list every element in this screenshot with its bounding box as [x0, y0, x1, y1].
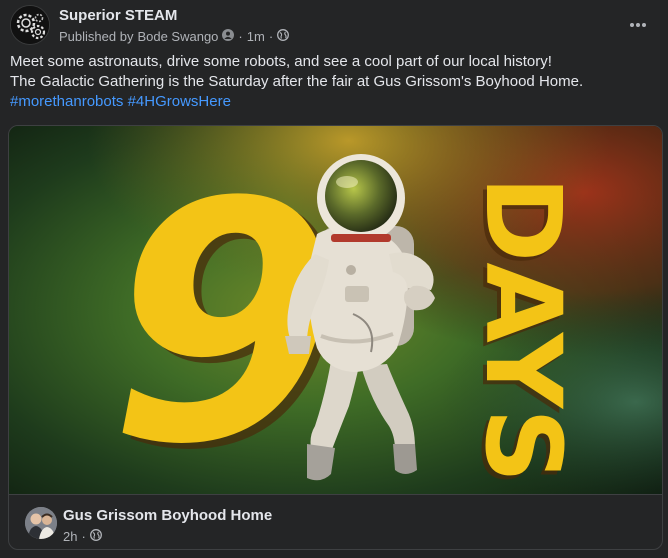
- more-horizontal-icon: [630, 23, 646, 27]
- post-time[interactable]: 1m: [247, 29, 265, 44]
- post-text-line: Meet some astronauts, drive some robots,…: [10, 53, 552, 70]
- shared-page-name[interactable]: Gus Grissom Boyhood Home: [63, 507, 272, 524]
- gears-logo-icon: [11, 6, 49, 44]
- post-text: Meet some astronauts, drive some robots,…: [10, 52, 658, 112]
- shared-page-avatar[interactable]: [25, 507, 57, 539]
- hashtag-link[interactable]: #4HGrowsHere: [128, 93, 231, 110]
- post-header: Superior STEAM Published by Bode Swango …: [10, 5, 658, 47]
- globe-icon[interactable]: [89, 529, 102, 544]
- facebook-post: Superior STEAM Published by Bode Swango …: [0, 0, 668, 558]
- countdown-graphic[interactable]: 9 9 DAYS DAYS: [9, 126, 662, 494]
- separator-dot: ·: [81, 529, 86, 544]
- countdown-word: DAYS DAYS: [458, 176, 584, 487]
- separator-dot: ·: [268, 29, 274, 44]
- published-by-label: Published by: [59, 29, 134, 44]
- page-avatar[interactable]: [10, 5, 50, 45]
- post-meta: Published by Bode Swango · 1m ·: [59, 29, 290, 44]
- post-text-line: The Galactic Gathering is the Saturday a…: [10, 73, 584, 90]
- author-info-icon[interactable]: [222, 29, 235, 44]
- shared-post-meta: 2h ·: [63, 529, 102, 544]
- hashtag-link[interactable]: #morethanrobots: [10, 93, 123, 110]
- separator-dot: ·: [238, 29, 243, 44]
- shared-post-footer: Gus Grissom Boyhood Home 2h ·: [9, 494, 662, 549]
- hashtags-line: #morethanrobots #4HGrowsHere: [10, 92, 658, 112]
- globe-icon[interactable]: [277, 29, 290, 44]
- more-options-button[interactable]: [624, 11, 652, 39]
- shared-post-card[interactable]: 9 9 DAYS DAYS Gus Grissom Boyhood Home 2…: [8, 125, 663, 550]
- shared-post-time[interactable]: 2h: [63, 529, 77, 544]
- page-name[interactable]: Superior STEAM: [59, 7, 177, 24]
- people-photo-icon: [25, 507, 57, 539]
- svg-text:DAYS: DAYS: [462, 176, 584, 483]
- author-name[interactable]: Bode Swango: [137, 29, 218, 44]
